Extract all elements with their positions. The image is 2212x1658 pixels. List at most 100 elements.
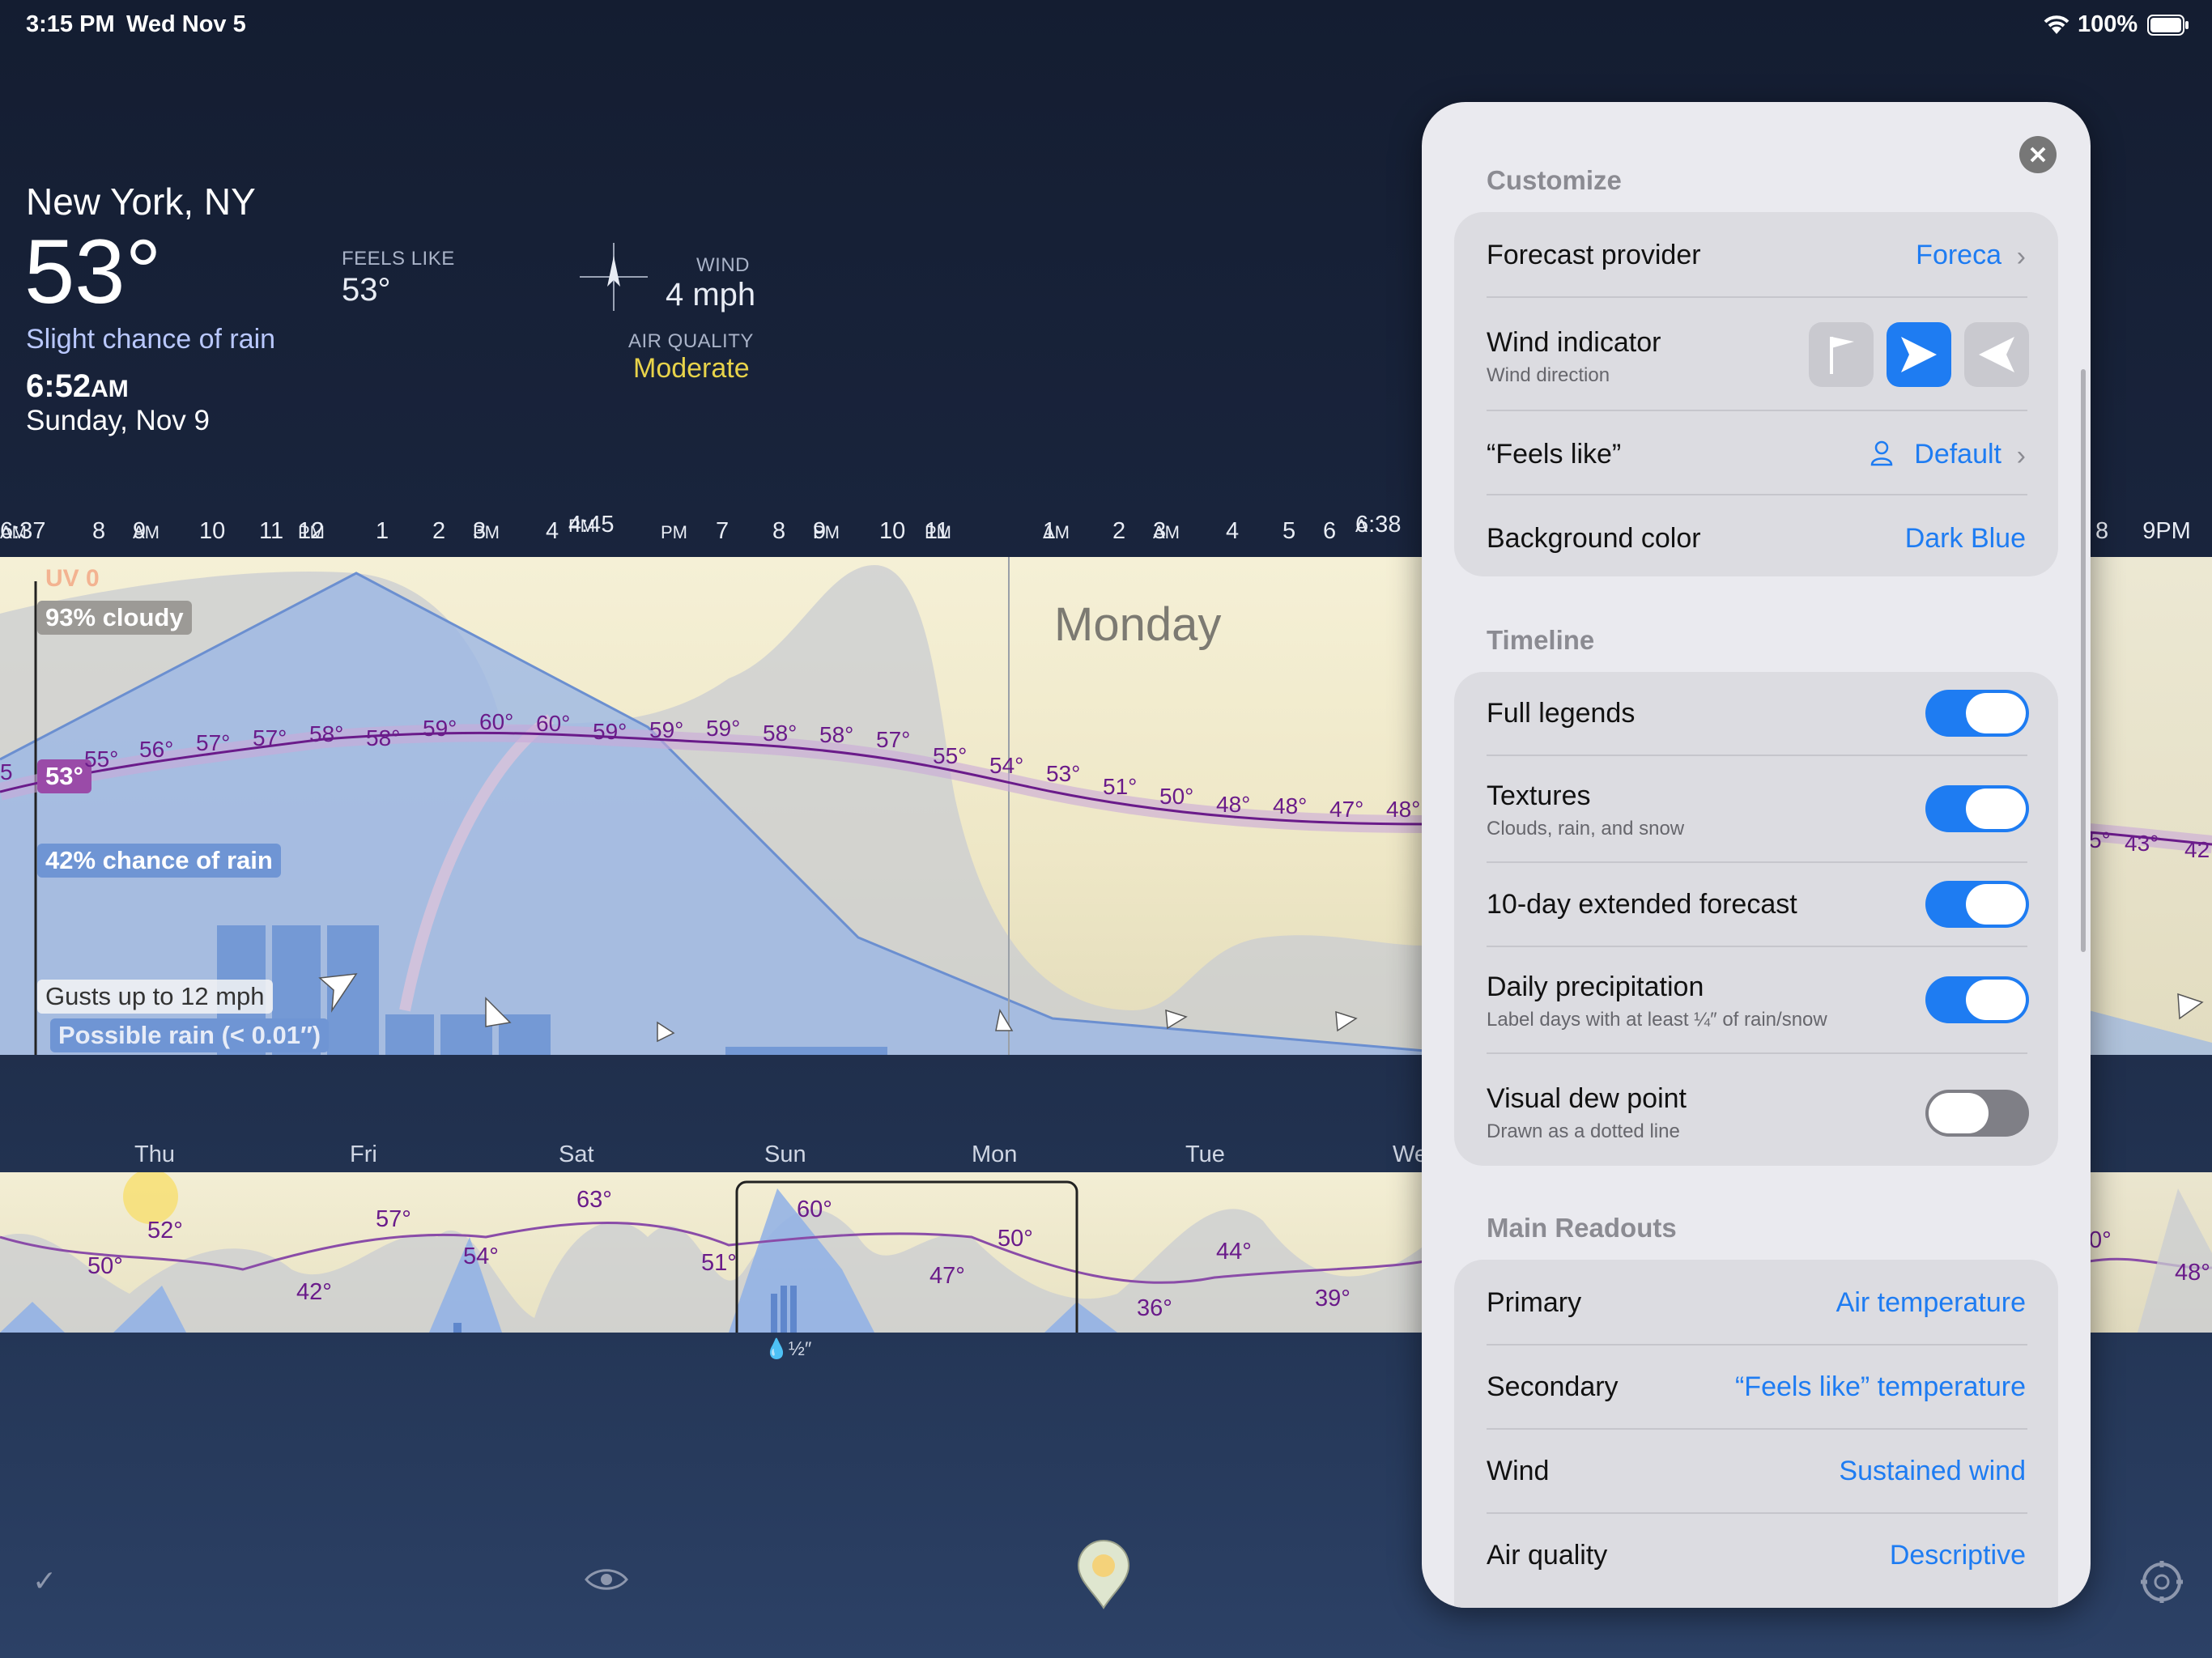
wind-reverse-arrow-icon — [1979, 337, 2014, 372]
battery-icon — [2147, 15, 2189, 40]
checkmark-icon[interactable]: ✓ — [32, 1564, 57, 1598]
temp-label: 48° — [1386, 797, 1421, 822]
temp-label: 5° — [2089, 827, 2111, 852]
daily-forecast-chart[interactable]: 52° 50° 57° 42° 63° 54° 51° 60° 47° 50° … — [0, 1172, 1425, 1333]
textures-sub: Clouds, rain, and snow — [1487, 818, 1685, 840]
temp-label: 48° — [1273, 793, 1308, 818]
wind-readout-row[interactable]: Wind Sustained wind — [1454, 1430, 2058, 1512]
temperature-labels: 5 55° 56° 57° 57° 58° 58° 59° 60° 60° 59… — [0, 557, 1425, 1055]
air-quality-value: Moderate — [633, 353, 750, 384]
background-color-row[interactable]: Background color Dark Blue — [1454, 495, 2058, 576]
secondary-label: Secondary — [1487, 1371, 1619, 1402]
full-legends-toggle[interactable] — [1925, 690, 2029, 737]
daily-temperature-labels-right: 0° 48° — [2089, 1172, 2212, 1333]
temp-label: 44° — [1216, 1239, 1252, 1265]
day-label: Tue — [1185, 1141, 1225, 1167]
close-button[interactable] — [2019, 136, 2057, 173]
temp-label: 43° — [2125, 831, 2159, 856]
axis-label: 2 — [1112, 518, 1126, 544]
temp-label: 58° — [366, 725, 401, 750]
main-readouts-section-title: Main Readouts — [1487, 1213, 1677, 1243]
axis-label: 3 AM — [1153, 518, 1180, 544]
wind-value: 4 mph — [666, 277, 756, 312]
wind-flag-icon — [1830, 337, 1854, 374]
temp-label: 36° — [1137, 1295, 1172, 1321]
extended-forecast-row: 10-day extended forecast — [1454, 863, 2058, 946]
axis-label: 9PM — [2142, 518, 2191, 544]
feels-like-setting-label: “Feels like” — [1487, 439, 1622, 470]
status-date: Wed Nov 5 — [126, 11, 246, 37]
primary-row[interactable]: Primary Air temperature — [1454, 1260, 2058, 1344]
temp-label: 56° — [139, 737, 174, 762]
customize-section-title: Customize — [1487, 165, 1622, 195]
hourly-forecast-chart[interactable]: UV 0 93% cloudy 53° 42% chance of rain G… — [0, 557, 1425, 1055]
temperature-labels-right: 5° 43° 42 — [2089, 557, 2212, 1055]
feels-like-label: FEELS LIKE — [342, 248, 455, 270]
wind-arrow-option[interactable] — [1887, 322, 1951, 387]
forecast-provider-row[interactable]: Forecast provider Foreca › — [1454, 212, 2058, 296]
temp-label: 51° — [701, 1250, 737, 1276]
air-quality-label: AIR QUALITY — [628, 330, 754, 352]
axis-label: 8 — [2095, 518, 2109, 544]
temp-label: 51° — [1103, 774, 1138, 799]
feels-like-row[interactable]: “Feels like” Default › — [1454, 411, 2058, 494]
scrollbar[interactable] — [2081, 369, 2086, 952]
battery-percent: 100% — [2078, 11, 2138, 37]
daily-precipitation-toggle[interactable] — [1925, 976, 2029, 1023]
day-label: Sun — [764, 1141, 806, 1167]
axis-label: 1 — [376, 518, 389, 544]
temp-label: 52° — [147, 1218, 183, 1244]
full-legends-label: Full legends — [1487, 698, 1636, 729]
secondary-row[interactable]: Secondary “Feels like” temperature — [1454, 1346, 2058, 1428]
temp-label: 55° — [933, 743, 968, 768]
extended-forecast-toggle[interactable] — [1925, 881, 2029, 928]
wind-flag-option[interactable] — [1809, 322, 1874, 387]
visual-dew-point-sub: Drawn as a dotted line — [1487, 1120, 1680, 1142]
temp-label: 47° — [1329, 797, 1364, 822]
daily-temperature-labels: 52° 50° 57° 42° 63° 54° 51° 60° 47° 50° … — [0, 1172, 1425, 1333]
location-name[interactable]: New York, NY — [26, 180, 256, 223]
location-pin-icon[interactable] — [1077, 1540, 1130, 1613]
temp-label: 60° — [536, 711, 571, 736]
axis-label-sunrise: 6:38 A — [1355, 512, 1402, 538]
axis-label: 4 — [546, 518, 559, 544]
temp-label: 58° — [763, 721, 798, 746]
temp-label: 50° — [1159, 784, 1194, 809]
temp-label: 60° — [797, 1197, 832, 1222]
axis-label: PM — [661, 522, 687, 542]
temp-label: 63° — [576, 1187, 612, 1213]
textures-row: Textures Clouds, rain, and snow — [1454, 756, 2058, 861]
forecast-provider-value: Foreca — [1916, 240, 2001, 270]
day-label: Sat — [559, 1141, 594, 1167]
hourly-chart-right[interactable]: 5° 43° 42 — [2089, 557, 2212, 1055]
settings-gear-icon[interactable] — [2138, 1558, 2186, 1610]
wind-readout-value: Sustained wind — [1839, 1456, 2026, 1486]
daily-chart-right[interactable]: 0° 48° — [2089, 1172, 2212, 1333]
daily-precipitation-label: Daily precipitation — [1487, 971, 1704, 1002]
temp-label: 57° — [376, 1206, 411, 1232]
temp-label: 59° — [706, 716, 741, 741]
person-icon — [1870, 440, 1893, 470]
axis-label: 12 PM — [298, 518, 325, 544]
temp-label: 54° — [463, 1244, 499, 1269]
axis-label-sunset: 4:45 PM — [568, 512, 615, 538]
wind-indicator-sub: Wind direction — [1487, 364, 1610, 386]
wifi-icon — [2042, 13, 2071, 40]
air-quality-readout-row[interactable]: Air quality Descriptive — [1454, 1514, 2058, 1596]
feels-like-value: 53° — [342, 272, 391, 308]
visual-dew-point-toggle[interactable] — [1925, 1090, 2029, 1137]
textures-toggle[interactable] — [1925, 785, 2029, 832]
eye-icon[interactable] — [585, 1566, 628, 1597]
wind-reverse-arrow-option[interactable] — [1964, 322, 2029, 387]
temp-label: 57° — [876, 727, 911, 752]
temp-label: 57° — [253, 725, 287, 750]
selected-date: Sunday, Nov 9 — [26, 405, 210, 436]
temp-label: 39° — [1315, 1286, 1351, 1312]
temp-label: 58° — [819, 722, 854, 747]
daily-precipitation-sub: Label days with at least ¼″ of rain/snow — [1487, 1009, 1827, 1031]
selected-time: 6:52AM — [26, 368, 129, 404]
condition-summary: Slight chance of rain — [26, 324, 276, 355]
customize-panel: Customize Forecast provider Foreca › Win… — [1422, 102, 2091, 1608]
chevron-right-icon: › — [2016, 241, 2026, 272]
droplet-icon: 💧 — [764, 1338, 789, 1360]
